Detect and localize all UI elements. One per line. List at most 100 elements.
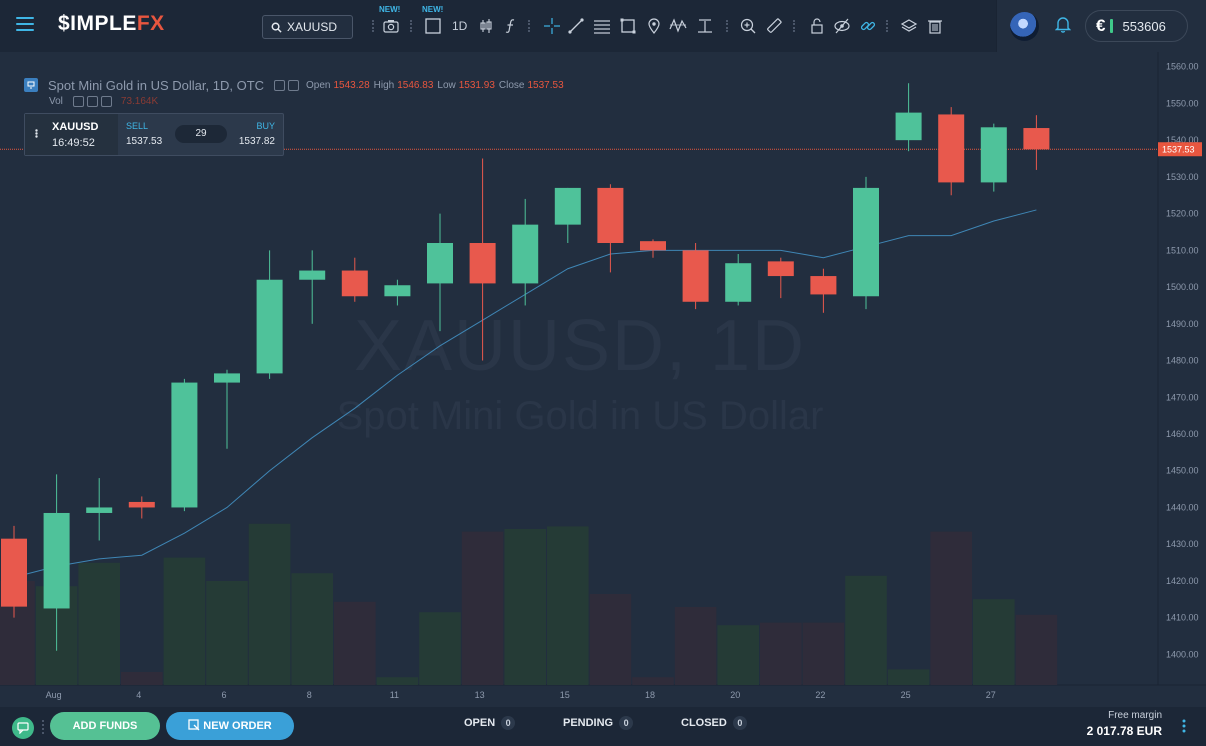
trade-symbol: XAUUSD — [52, 121, 99, 133]
time-tick-label: 11 — [390, 690, 399, 700]
hide-drawings-eye-icon[interactable] — [833, 17, 851, 35]
account-balance-selector[interactable]: € 553606 — [1085, 10, 1188, 42]
screenshot-camera-icon[interactable] — [382, 17, 400, 35]
link-sync-icon[interactable] — [859, 17, 877, 35]
notification-bell-icon[interactable] — [1054, 15, 1072, 38]
price-tick-label: 1550.00 — [1166, 98, 1199, 108]
simplefx-logo[interactable]: $IMPLEFX — [58, 12, 165, 36]
price-label-icon[interactable] — [696, 17, 714, 35]
volume-bar — [589, 594, 632, 685]
candle-type-icon[interactable] — [477, 17, 495, 35]
tab-closed-positions[interactable]: CLOSED 0 — [681, 716, 747, 730]
pending-count-badge: 0 — [619, 716, 634, 730]
trade-time: 16:49:52 — [52, 137, 95, 149]
volume-bar — [334, 601, 376, 685]
candle-body — [597, 187, 624, 244]
price-tick-label: 1490.00 — [1166, 319, 1199, 329]
symbol-search-button[interactable]: XAUUSD — [262, 15, 353, 39]
new-order-button[interactable]: NEW ORDER — [166, 712, 294, 740]
lock-drawings-icon[interactable] — [808, 17, 826, 35]
add-funds-button[interactable]: ADD FUNDS — [50, 712, 160, 740]
candle-body — [86, 507, 113, 513]
volume-visibility-icon[interactable] — [86, 95, 98, 107]
buy-price[interactable]: 1537.82 — [239, 136, 275, 147]
symbol-chip-icon[interactable] — [24, 78, 38, 92]
chart-area[interactable]: XAUUSD, 1D Spot Mini Gold in US Dollar 1… — [0, 52, 1206, 707]
hamburger-menu-icon[interactable] — [16, 17, 34, 31]
time-tick-label: 15 — [560, 690, 570, 700]
toolbar-separator — [410, 20, 412, 32]
time-tick-label: 22 — [815, 690, 825, 700]
price-tick-label: 1500.00 — [1166, 282, 1199, 292]
layout-square-icon[interactable] — [424, 17, 442, 35]
volume-remove-icon[interactable] — [100, 95, 112, 107]
tab-pending-orders[interactable]: PENDING 0 — [563, 716, 634, 730]
tab-open-positions[interactable]: OPEN 0 — [464, 716, 516, 730]
volume-settings-icon[interactable] — [72, 95, 84, 107]
interval-selector[interactable]: 1D — [452, 19, 467, 33]
free-margin-value: 2 017.78 EUR — [1086, 724, 1162, 738]
candle-body — [810, 276, 837, 295]
crosshair-icon[interactable] — [543, 17, 561, 35]
high-label: High — [373, 79, 395, 91]
volume-bar — [163, 557, 206, 685]
price-tick-label: 1440.00 — [1166, 502, 1199, 512]
bottom-separator — [42, 720, 44, 734]
candle-body — [767, 261, 794, 277]
layers-icon[interactable] — [900, 17, 918, 35]
settings-toggle-icon[interactable] — [274, 79, 286, 91]
ruler-measure-icon[interactable] — [765, 17, 783, 35]
toolbar-separator — [372, 20, 374, 32]
candle-body — [171, 382, 198, 508]
toolbar-separator — [528, 20, 530, 32]
volume-bar — [78, 562, 120, 685]
price-tick-label: 1530.00 — [1166, 172, 1199, 182]
candle-body — [725, 263, 752, 302]
pending-tab-label: PENDING — [563, 717, 614, 729]
chart-legend: Spot Mini Gold in US Dollar, 1D, OTC Ope… — [24, 76, 564, 108]
candle-body — [512, 224, 539, 284]
sell-label[interactable]: SELL — [126, 121, 148, 131]
time-tick-label: Aug — [46, 690, 62, 700]
close-label: Close — [498, 79, 525, 91]
sell-price[interactable]: 1537.53 — [126, 136, 162, 147]
rectangle-shape-icon[interactable] — [619, 17, 637, 35]
time-tick-label: 18 — [645, 690, 655, 700]
fibonacci-lines-icon[interactable] — [593, 17, 611, 35]
legend-title: Spot Mini Gold in US Dollar, 1D, OTC — [48, 77, 265, 93]
candle-body — [384, 285, 411, 297]
trend-line-icon[interactable] — [567, 17, 585, 35]
location-pin-icon[interactable] — [645, 17, 663, 35]
volume-bar — [802, 622, 845, 685]
chat-icon[interactable] — [12, 717, 34, 739]
volume-bar — [930, 531, 972, 685]
zoom-in-icon[interactable] — [739, 17, 757, 35]
buy-label[interactable]: BUY — [256, 121, 275, 131]
price-tick-label: 1450.00 — [1166, 466, 1199, 476]
drag-handle-icon[interactable] — [35, 129, 38, 138]
time-tick-label: 8 — [307, 690, 312, 700]
price-tick-label: 1560.00 — [1166, 62, 1199, 72]
time-tick-label: 25 — [901, 690, 911, 700]
volume-bar — [632, 677, 674, 685]
trading-app: $IMPLEFX XAUUSD NEW! NEW! 1D € 553606 XA… — [0, 0, 1206, 746]
trash-delete-icon[interactable] — [926, 17, 944, 35]
user-avatar[interactable] — [1010, 12, 1039, 41]
volume-bar — [504, 529, 546, 685]
price-tick-label: 1430.00 — [1166, 539, 1199, 549]
account-balance: 553606 — [1122, 18, 1166, 34]
volume-bar — [376, 677, 419, 685]
pattern-drawing-icon[interactable] — [669, 17, 687, 35]
volume-bar — [1015, 614, 1058, 685]
price-tick-label: 1510.00 — [1166, 245, 1199, 255]
more-options-icon[interactable] — [1182, 719, 1186, 733]
candle-body — [980, 127, 1007, 183]
new-badge: NEW! — [379, 5, 401, 14]
price-tick-label: 1470.00 — [1166, 392, 1199, 402]
visibility-toggle-icon[interactable] — [288, 79, 300, 91]
toolbar-separator — [886, 20, 888, 32]
candle-body — [1023, 128, 1050, 150]
indicators-function-icon[interactable] — [502, 17, 520, 35]
low-value: 1531.93 — [458, 79, 495, 91]
account-area: € 553606 — [996, 0, 1206, 52]
